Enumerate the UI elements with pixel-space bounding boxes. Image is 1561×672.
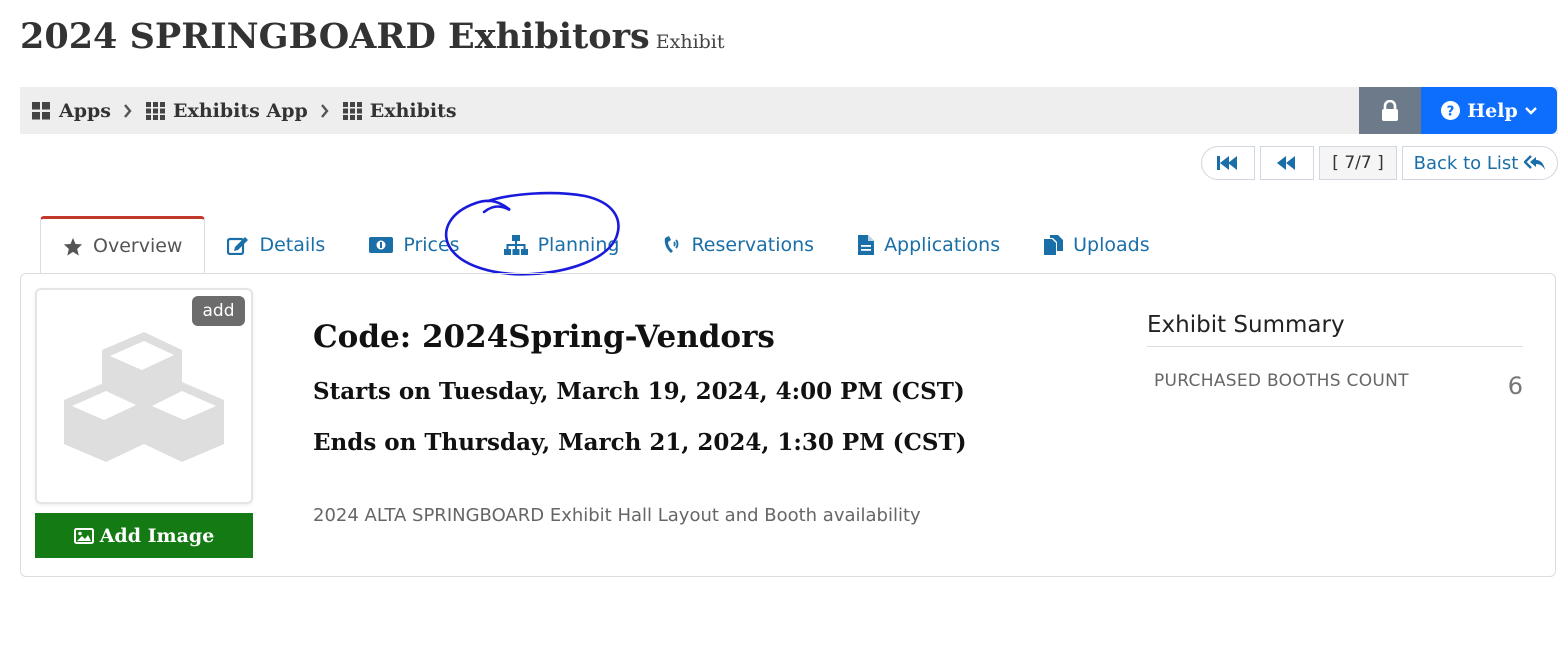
add-image-button[interactable]: Add Image <box>35 513 253 558</box>
exhibit-image: add <box>35 288 253 504</box>
lock-icon <box>1382 100 1398 121</box>
tab-overview[interactable]: Overview <box>40 216 206 273</box>
previous-record-button[interactable] <box>1260 146 1314 180</box>
th-large-icon <box>32 101 50 119</box>
overview-panel: add Add Image Code: 2024Spring-Vendors S… <box>20 273 1556 577</box>
add-image-badge[interactable]: add <box>192 296 245 326</box>
tab-label: Prices <box>403 233 460 256</box>
help-label: Help <box>1467 99 1518 122</box>
chevron-right-icon <box>123 103 132 118</box>
tab-planning[interactable]: Planning <box>482 216 642 273</box>
breadcrumb-apps[interactable]: Apps <box>32 100 111 122</box>
th-icon <box>146 101 166 120</box>
tab-applications[interactable]: Applications <box>836 216 1022 273</box>
summary-title: Exhibit Summary <box>1147 312 1523 347</box>
tab-label: Applications <box>884 233 1001 256</box>
image-icon <box>73 527 94 544</box>
tab-label: Overview <box>93 235 183 257</box>
tab-label: Planning <box>537 233 620 256</box>
copy-icon <box>1044 234 1064 255</box>
breadcrumb-label: Apps <box>59 99 112 122</box>
tab-bar: Overview Details Prices Planning Reserva… <box>40 216 1172 273</box>
question-circle-icon: ? <box>1441 101 1461 120</box>
exhibit-end-date: Ends on Thursday, March 21, 2024, 1:30 P… <box>313 429 967 456</box>
th-icon <box>342 101 362 120</box>
exhibit-code: Code: 2024Spring-Vendors <box>313 319 775 355</box>
exhibit-start-date: Starts on Tuesday, March 19, 2024, 4:00 … <box>313 378 965 405</box>
back-to-list-button[interactable]: Back to List <box>1402 146 1558 180</box>
exhibit-description: 2024 ALTA SPRINGBOARD Exhibit Hall Layou… <box>313 505 921 526</box>
breadcrumb-label: Exhibits <box>369 99 457 122</box>
phone-volume-icon <box>665 235 679 253</box>
tab-prices[interactable]: Prices <box>347 216 481 273</box>
tab-label: Reservations <box>691 233 815 256</box>
tab-reservations[interactable]: Reservations <box>641 216 836 273</box>
breadcrumb-exhibits[interactable]: Exhibits <box>342 99 457 122</box>
breadcrumb-label: Exhibits App <box>173 99 308 122</box>
chevron-right-icon <box>320 103 329 118</box>
cubes-icon <box>64 332 224 462</box>
sitemap-icon <box>503 234 528 255</box>
summary-value: 6 <box>1507 372 1523 400</box>
page-title: 2024 SPRINGBOARD Exhibitors Exhibit <box>20 16 725 57</box>
tab-label: Details <box>259 233 326 256</box>
tab-details[interactable]: Details <box>205 216 347 273</box>
money-bill-icon <box>369 236 394 253</box>
help-button[interactable]: ? Help <box>1421 87 1557 134</box>
chevron-down-icon <box>1524 106 1537 115</box>
first-record-button[interactable] <box>1201 146 1255 180</box>
backward-icon <box>1277 156 1295 170</box>
breadcrumb-exhibits-app[interactable]: Exhibits App <box>146 100 308 122</box>
back-to-list-label: Back to List <box>1413 152 1519 174</box>
summary-label: PURCHASED BOOTHS COUNT <box>1154 371 1409 391</box>
add-image-label: Add Image <box>99 524 215 547</box>
reply-all-icon <box>1524 155 1546 170</box>
star-icon <box>63 237 83 256</box>
tab-uploads[interactable]: Uploads <box>1022 216 1171 273</box>
edit-icon <box>227 236 249 255</box>
lock-button[interactable] <box>1359 87 1421 134</box>
svg-text:?: ? <box>1447 104 1455 119</box>
tab-label: Uploads <box>1073 233 1150 256</box>
breadcrumb-bar: Apps Exhibits App Exhibits ? Help <box>20 87 1558 134</box>
breadcrumb: Apps Exhibits App Exhibits <box>32 87 457 134</box>
fast-backward-icon <box>1217 156 1237 170</box>
page-subtitle: Exhibit <box>655 31 725 53</box>
page-title-text: 2024 SPRINGBOARD Exhibitors <box>20 16 650 57</box>
record-position: [ 7/7 ] <box>1319 146 1397 180</box>
file-icon <box>858 234 875 255</box>
